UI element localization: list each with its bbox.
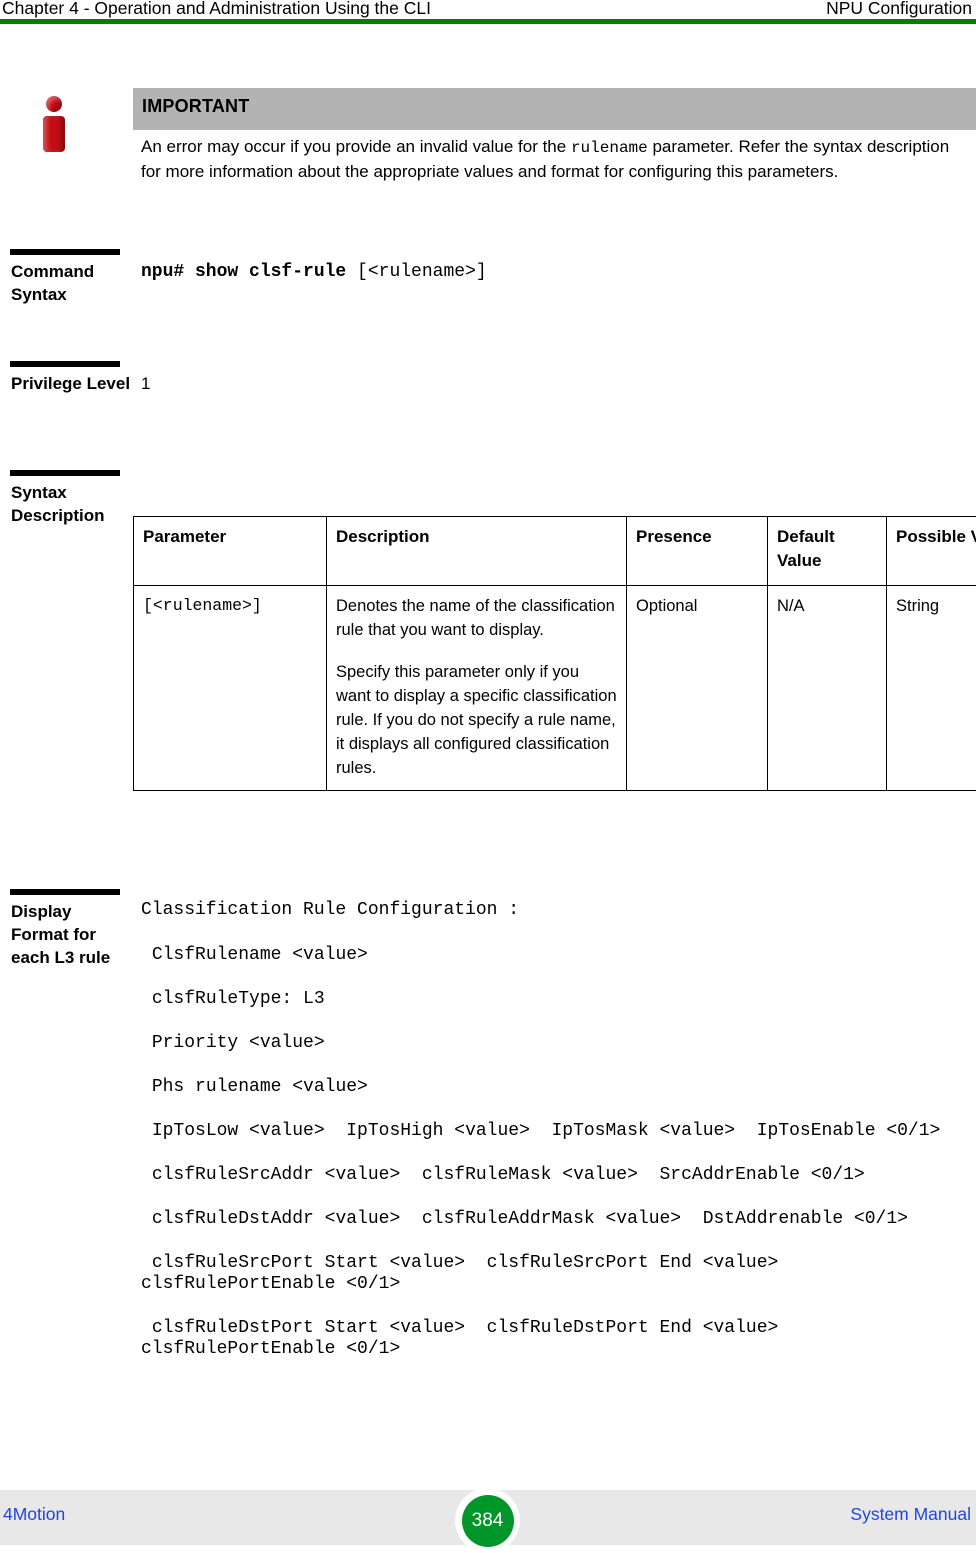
footer-manual-link[interactable]: System Manual xyxy=(850,1504,971,1525)
command-syntax-argument: [<rulename>] xyxy=(357,262,487,282)
column-header-default-value: Default Value xyxy=(768,517,887,586)
info-icon-dot xyxy=(46,96,62,112)
important-callout-body: An error may occur if you provide an inv… xyxy=(141,135,969,184)
syntax-description-label: Syntax Description xyxy=(11,481,131,527)
command-syntax-prompt: npu# show clsf-rule xyxy=(141,262,346,282)
cell-parameter: [<rulename>] xyxy=(134,586,327,791)
callout-body-prefix: An error may occur if you provide an inv… xyxy=(141,137,571,156)
privilege-level-value: 1 xyxy=(141,372,150,395)
column-header-description: Description xyxy=(327,517,627,586)
privilege-level-label: Privilege Level xyxy=(11,372,131,395)
cli-output-line: clsfRuleSrcPort Start <value> clsfRuleSr… xyxy=(141,1253,976,1295)
privilege-level-rule xyxy=(10,361,120,367)
table-row: [<rulename>] Denotes the name of the cla… xyxy=(134,586,976,791)
display-format-rule xyxy=(10,889,120,895)
column-header-parameter: Parameter xyxy=(134,517,327,586)
cli-output-line: clsfRuleSrcAddr <value> clsfRuleMask <va… xyxy=(141,1165,976,1186)
page-footer: 4Motion 384 System Manual xyxy=(0,1490,976,1545)
command-syntax-rule xyxy=(10,249,120,255)
page-number: 384 xyxy=(462,1495,514,1547)
cell-possible-values: String xyxy=(887,586,976,791)
cli-output-line: Priority <value> xyxy=(141,1033,976,1054)
header-section-title: NPU Configuration xyxy=(826,0,972,18)
callout-body-code: rulename xyxy=(571,139,648,157)
info-icon-stem xyxy=(43,116,65,152)
command-syntax-content: npu# show clsf-rule [<rulename>] xyxy=(141,260,487,284)
cli-output-line: Classification Rule Configuration : xyxy=(141,900,976,921)
info-icon xyxy=(41,96,67,152)
footer-product-link[interactable]: 4Motion xyxy=(3,1504,65,1525)
table-header-row: Parameter Description Presence Default V… xyxy=(134,517,976,586)
syntax-description-rule xyxy=(10,470,120,476)
header-divider-rule xyxy=(0,19,976,24)
column-header-possible-values: Possible Values xyxy=(887,517,976,586)
cli-output-line: IpTosLow <value> IpTosHigh <value> IpTos… xyxy=(141,1121,976,1142)
cell-description-paragraph: Denotes the name of the classification r… xyxy=(336,594,617,642)
syntax-description-table: Parameter Description Presence Default V… xyxy=(133,516,976,791)
cell-description-paragraph: Specify this parameter only if you want … xyxy=(336,660,617,780)
command-syntax-label: Command Syntax xyxy=(11,260,131,306)
header-chapter-title: Chapter 4 - Operation and Administration… xyxy=(2,0,431,18)
cli-output-line: clsfRuleType: L3 xyxy=(141,989,976,1010)
cli-output-line: clsfRuleDstPort Start <value> clsfRuleDs… xyxy=(141,1318,976,1360)
cli-output-line: clsfRuleDstAddr <value> clsfRuleAddrMask… xyxy=(141,1209,976,1230)
privilege-level-content: 1 xyxy=(141,372,150,395)
cell-default-value: N/A xyxy=(768,586,887,791)
command-syntax-line: npu# show clsf-rule [<rulename>] xyxy=(141,260,487,284)
important-callout-title: IMPORTANT xyxy=(142,96,249,117)
cell-description: Denotes the name of the classification r… xyxy=(327,586,627,791)
cli-output-line: ClsfRulename <value> xyxy=(141,945,976,966)
display-format-label: Display Format for each L3 rule xyxy=(11,900,131,969)
cell-presence: Optional xyxy=(627,586,768,791)
page-number-badge: 384 xyxy=(455,1488,520,1553)
column-header-presence: Presence xyxy=(627,517,768,586)
cli-output-line: Phs rulename <value> xyxy=(141,1077,976,1098)
important-callout-titlebar: IMPORTANT xyxy=(133,88,976,130)
display-format-output: Classification Rule Configuration : Clsf… xyxy=(141,900,976,1360)
